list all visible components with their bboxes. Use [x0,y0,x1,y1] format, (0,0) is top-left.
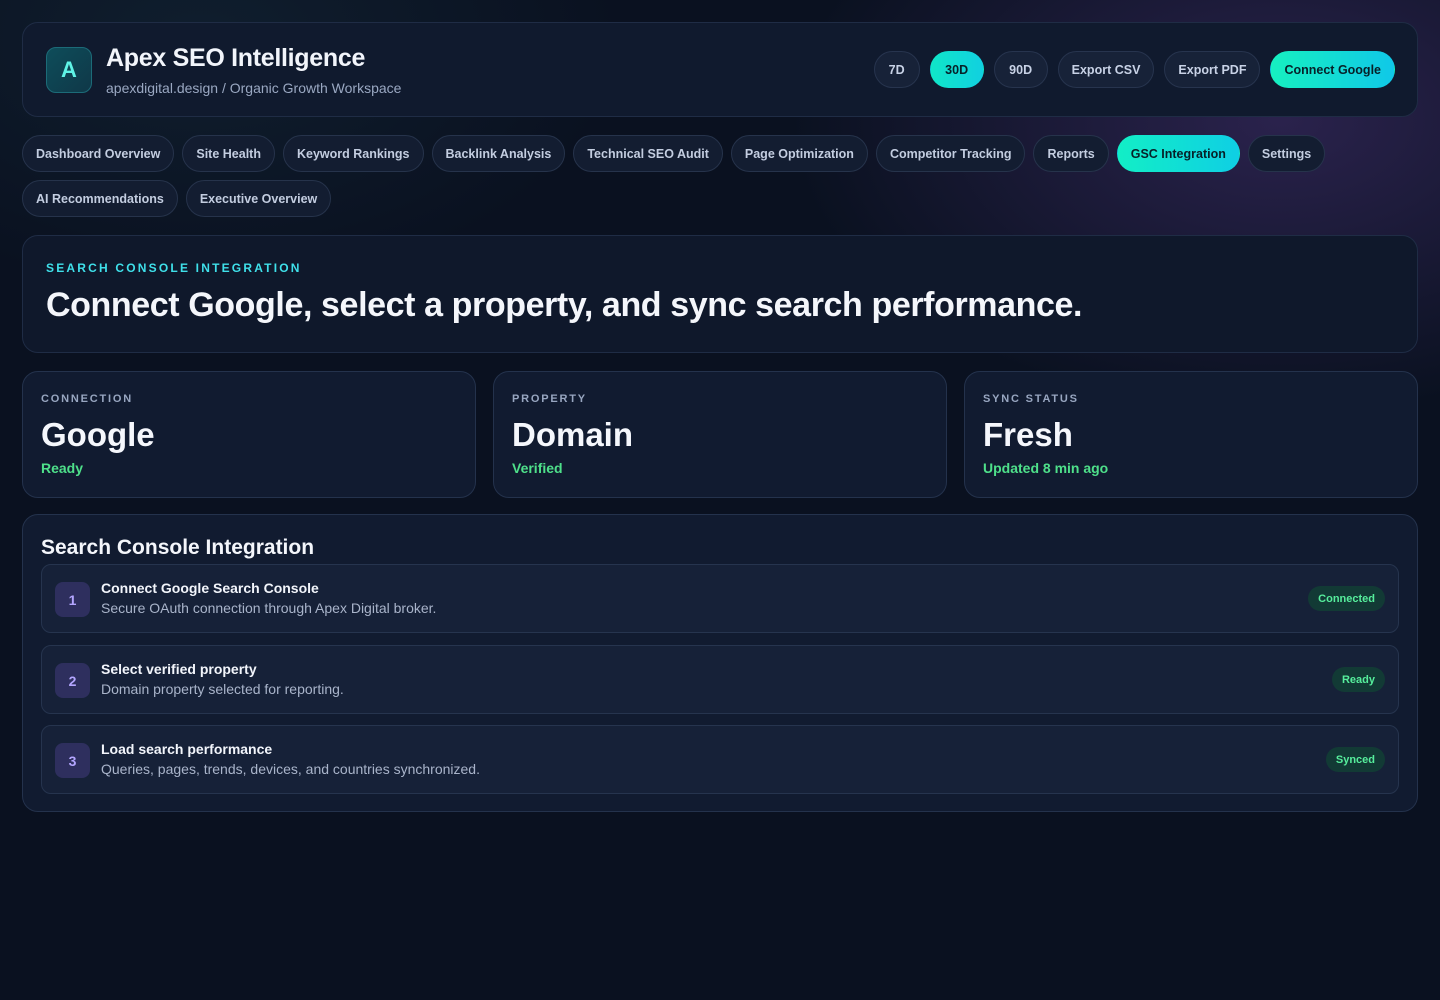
tab-ai-recommendations[interactable]: AI Recommendations [22,180,178,217]
range-90d-button[interactable]: 90D [993,51,1048,88]
export-csv-button[interactable]: Export CSV [1057,51,1155,88]
stat-note: Updated 8 min ago [983,460,1109,476]
step-number: 1 [55,582,90,617]
integration-title: Search Console Integration [41,536,315,559]
app-header: A Apex SEO Intelligence apexdigital.desi… [22,22,1418,117]
stat-card-connection: CONNECTION Google Ready [22,371,476,498]
tab-gsc-integration[interactable]: GSC Integration [1116,135,1240,172]
step-description: Domain property selected for reporting. [101,681,344,697]
stat-note: Verified [512,460,563,476]
stat-cards: CONNECTION Google Ready PROPERTY Domain … [22,371,1418,498]
stat-card-sync-status: SYNC STATUS Fresh Updated 8 min ago [964,371,1418,498]
tab-page-optimization[interactable]: Page Optimization [730,135,868,172]
status-badge: Connected [1308,586,1385,611]
stat-label: PROPERTY [512,393,587,405]
range-30d-button[interactable]: 30D [929,51,984,88]
step-title: Connect Google Search Console [101,580,319,596]
integration-step-load-performance[interactable]: 3 Load search performance Queries, pages… [41,725,1399,794]
step-title: Select verified property [101,661,257,677]
app-logo: A [46,47,92,93]
status-badge: Synced [1325,747,1385,772]
tab-dashboard-overview[interactable]: Dashboard Overview [22,135,175,172]
tab-competitor-tracking[interactable]: Competitor Tracking [875,135,1026,172]
integration-step-select-property[interactable]: 2 Select verified property Domain proper… [41,645,1399,714]
hero-panel: SEARCH CONSOLE INTEGRATION Connect Googl… [22,235,1418,353]
step-description: Secure OAuth connection through Apex Dig… [101,600,437,616]
range-7d-button[interactable]: 7D [873,51,920,88]
stat-value: Fresh [983,416,1073,453]
step-number: 2 [55,663,90,698]
tab-settings[interactable]: Settings [1247,135,1326,172]
step-number: 3 [55,743,90,778]
tab-reports[interactable]: Reports [1033,135,1109,172]
stat-label: CONNECTION [41,393,133,405]
tab-keyword-rankings[interactable]: Keyword Rankings [282,135,424,172]
page-title: Connect Google, select a property, and s… [46,286,1083,324]
stat-label: SYNC STATUS [983,393,1079,405]
nav-tabs: Dashboard Overview Site Health Keyword R… [22,135,1418,217]
header-actions: 7D 30D 90D Export CSV Export PDF Connect… [873,51,1395,88]
stat-card-property: PROPERTY Domain Verified [493,371,947,498]
connect-google-button[interactable]: Connect Google [1270,51,1395,88]
step-title: Load search performance [101,741,273,757]
export-pdf-button[interactable]: Export PDF [1164,51,1261,88]
status-badge: Ready [1331,667,1385,692]
step-description: Queries, pages, trends, devices, and cou… [101,761,480,777]
app-subtitle: apexdigital.design / Organic Growth Work… [106,80,402,96]
tab-backlink-analysis[interactable]: Backlink Analysis [431,135,566,172]
hero-eyebrow: SEARCH CONSOLE INTEGRATION [46,261,302,275]
stat-value: Google [41,416,155,453]
stat-note: Ready [41,460,84,476]
integration-panel: Search Console Integration 1 Connect Goo… [22,514,1418,812]
tab-executive-overview[interactable]: Executive Overview [185,180,332,217]
app-title: Apex SEO Intelligence [106,44,366,72]
stat-value: Domain [512,416,634,453]
tab-technical-seo-audit[interactable]: Technical SEO Audit [573,135,723,172]
tab-site-health[interactable]: Site Health [182,135,275,172]
integration-step-connect[interactable]: 1 Connect Google Search Console Secure O… [41,564,1399,633]
